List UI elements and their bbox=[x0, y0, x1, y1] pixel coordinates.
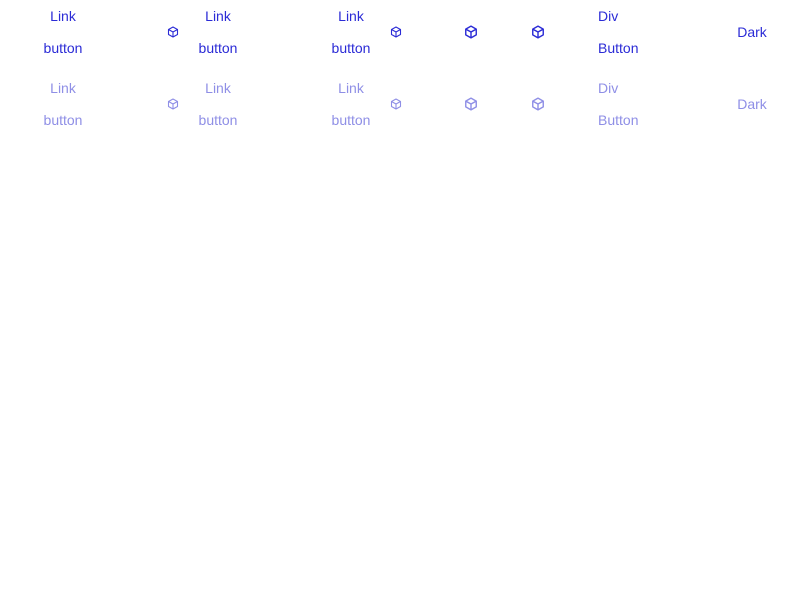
link-button-disabled: Link button bbox=[188, 72, 248, 136]
link-button[interactable]: Link button bbox=[321, 0, 381, 64]
cube-icon bbox=[388, 24, 404, 40]
link-button-label-line2: button bbox=[198, 40, 238, 56]
div-button-disabled: Div Button bbox=[598, 72, 660, 136]
cube-icon-button-disabled bbox=[387, 72, 405, 136]
dark-button-label: Dark bbox=[737, 96, 767, 112]
link-button-label-line1: Link bbox=[50, 80, 76, 96]
link-button[interactable]: Link button bbox=[33, 0, 93, 64]
cube-icon-button-disabled bbox=[462, 72, 480, 136]
div-button[interactable]: Div Button bbox=[598, 0, 660, 64]
cube-icon bbox=[165, 24, 181, 40]
cube-icon bbox=[530, 24, 546, 40]
cube-icon-button[interactable] bbox=[462, 0, 480, 64]
link-button[interactable]: Link button bbox=[188, 0, 248, 64]
div-button-label-line1: Div bbox=[598, 80, 619, 96]
cube-icon bbox=[463, 96, 479, 112]
div-button-label-line1: Div bbox=[598, 8, 619, 24]
link-button-disabled: Link button bbox=[33, 72, 93, 136]
cube-icon bbox=[165, 96, 181, 112]
link-button-label-line1: Link bbox=[338, 8, 364, 24]
link-button-disabled: Link button bbox=[321, 72, 381, 136]
cube-icon-button[interactable] bbox=[164, 0, 182, 64]
cube-icon-button[interactable] bbox=[528, 0, 548, 64]
div-button-label-line2: Button bbox=[598, 40, 639, 56]
link-button-label-line2: button bbox=[43, 112, 83, 128]
link-button-label-line1: Link bbox=[50, 8, 76, 24]
link-button-label-line1: Link bbox=[205, 80, 231, 96]
cube-icon bbox=[530, 96, 546, 112]
link-button-label-line2: button bbox=[43, 40, 83, 56]
link-button-label-line1: Link bbox=[338, 80, 364, 96]
dark-button-disabled: Dark bbox=[729, 72, 775, 136]
disabled-buttons-row: Link button Link button Link button Div … bbox=[0, 72, 800, 136]
dark-button-label: Dark bbox=[737, 24, 767, 40]
link-button-label-line2: button bbox=[331, 40, 371, 56]
cube-icon-button-disabled bbox=[528, 72, 548, 136]
enabled-buttons-row: Link button Link button Link button Div … bbox=[0, 0, 800, 64]
cube-icon bbox=[463, 24, 479, 40]
link-button-label-line2: button bbox=[198, 112, 238, 128]
link-button-label-line1: Link bbox=[205, 8, 231, 24]
div-button-label-line2: Button bbox=[598, 112, 639, 128]
cube-icon-button-disabled bbox=[164, 72, 182, 136]
cube-icon-button[interactable] bbox=[387, 0, 405, 64]
dark-button[interactable]: Dark bbox=[729, 0, 775, 64]
link-button-label-line2: button bbox=[331, 112, 371, 128]
cube-icon bbox=[388, 96, 404, 112]
